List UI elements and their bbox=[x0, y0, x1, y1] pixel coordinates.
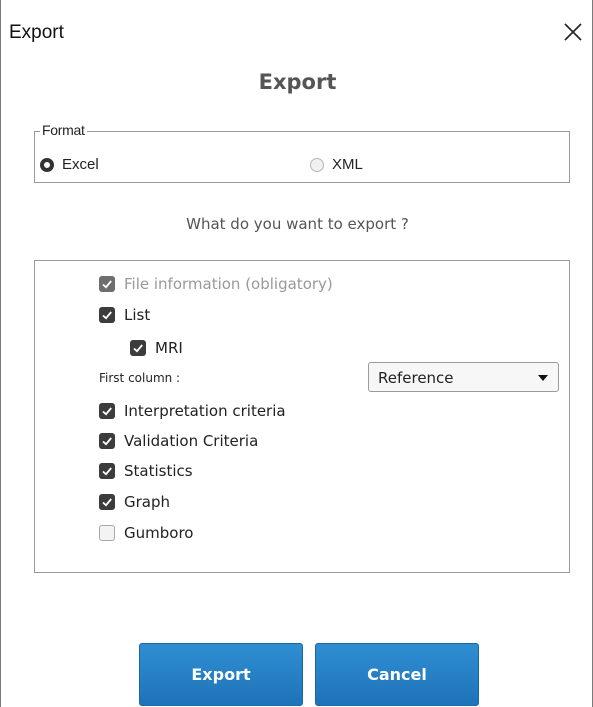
checkbox-label: Graph bbox=[124, 493, 171, 511]
select-value: Reference bbox=[378, 369, 454, 387]
radio-selected-icon bbox=[40, 157, 54, 172]
checkbox-mri[interactable]: MRI bbox=[130, 339, 183, 357]
checkbox-label: Interpretation criteria bbox=[124, 402, 286, 420]
checkbox-checked-icon bbox=[99, 307, 115, 323]
checkbox-label: Gumboro bbox=[124, 524, 194, 542]
export-dialog: Export Export Format Excel XML What do y… bbox=[0, 0, 593, 707]
checkbox-label: List bbox=[124, 306, 151, 324]
dialog-heading: Export bbox=[258, 70, 337, 94]
checkbox-checked-icon bbox=[99, 276, 115, 292]
checkbox-interpretation-criteria[interactable]: Interpretation criteria bbox=[99, 402, 286, 420]
checkbox-label: Validation Criteria bbox=[124, 432, 259, 450]
format-radio-xml[interactable]: XML bbox=[310, 156, 363, 173]
radio-label: Excel bbox=[62, 156, 99, 173]
chevron-down-icon bbox=[538, 375, 548, 381]
checkbox-list[interactable]: List bbox=[99, 306, 150, 324]
checkbox-checked-icon bbox=[99, 403, 115, 419]
checkbox-unchecked-icon bbox=[99, 525, 115, 541]
checkbox-label: MRI bbox=[155, 339, 183, 357]
export-question: What do you want to export ? bbox=[186, 215, 409, 233]
checkbox-gumboro[interactable]: Gumboro bbox=[99, 524, 193, 542]
checkbox-checked-icon bbox=[99, 494, 115, 510]
format-radio-excel[interactable]: Excel bbox=[40, 156, 99, 173]
export-button[interactable]: Export bbox=[139, 643, 303, 706]
checkbox-label: Statistics bbox=[124, 462, 193, 480]
checkbox-statistics[interactable]: Statistics bbox=[99, 462, 193, 480]
checkbox-label: File information (obligatory) bbox=[124, 275, 333, 293]
checkbox-checked-icon bbox=[130, 340, 146, 356]
format-legend: Format bbox=[40, 122, 87, 138]
checkbox-validation-criteria[interactable]: Validation Criteria bbox=[99, 432, 258, 450]
cancel-button[interactable]: Cancel bbox=[315, 643, 479, 706]
radio-label: XML bbox=[332, 156, 363, 173]
radio-unselected-icon bbox=[310, 157, 324, 172]
checkbox-checked-icon bbox=[99, 433, 115, 449]
checkbox-checked-icon bbox=[99, 463, 115, 479]
first-column-select[interactable]: Reference bbox=[368, 362, 559, 392]
window-title: Export bbox=[9, 22, 64, 43]
format-group bbox=[34, 131, 570, 183]
checkbox-graph[interactable]: Graph bbox=[99, 493, 170, 511]
first-column-label: First column : bbox=[99, 371, 181, 385]
close-button[interactable] bbox=[557, 16, 589, 48]
checkbox-file-information[interactable]: File information (obligatory) bbox=[99, 275, 333, 293]
close-icon bbox=[557, 16, 589, 48]
